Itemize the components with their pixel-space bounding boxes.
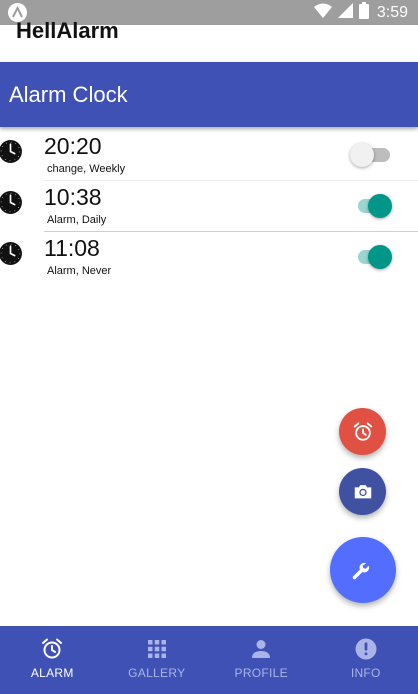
add-alarm-fab[interactable]	[339, 408, 386, 455]
alarm-item[interactable]: 20:20 change, Weekly	[0, 130, 418, 181]
wrench-icon	[352, 562, 370, 580]
clock-icon	[0, 191, 22, 214]
nav-label: PROFILE	[234, 666, 288, 680]
alarm-toggle[interactable]	[350, 143, 392, 167]
camera-icon	[354, 484, 371, 498]
bottom-navigation: ALARM GALLERY PROFILE INFO	[0, 626, 418, 694]
alarm-clock-icon	[40, 637, 64, 661]
alarm-time: 10:38	[44, 184, 102, 210]
alarm-detail: Alarm, Daily	[47, 214, 107, 226]
app-title: HellAlarm	[16, 18, 119, 43]
app-title-bar: HellAlarm	[0, 18, 418, 62]
nav-label: ALARM	[30, 666, 74, 680]
signal-icon	[337, 2, 353, 23]
nav-label: GALLERY	[128, 666, 186, 680]
grid-icon	[145, 637, 169, 661]
toggle-thumb	[368, 194, 392, 218]
toggle-thumb	[350, 143, 374, 167]
alarm-time: 20:20	[44, 133, 102, 159]
nav-item-profile[interactable]: PROFILE	[209, 626, 314, 694]
camera-fab[interactable]	[339, 468, 386, 515]
alarm-detail: change, Weekly	[47, 163, 126, 175]
toolbar: Alarm Clock	[0, 62, 418, 127]
status-time: 3:59	[376, 3, 408, 21]
alarm-clock-icon	[353, 421, 372, 441]
alarm-toggle[interactable]	[354, 194, 392, 218]
alarm-item[interactable]: 11:08 Alarm, Never	[0, 232, 418, 283]
clock-icon	[0, 140, 22, 163]
wifi-icon	[313, 3, 332, 23]
alarm-toggle[interactable]	[354, 245, 392, 269]
battery-icon	[358, 1, 369, 24]
alarm-time: 11:08	[44, 235, 100, 261]
nav-item-alarm[interactable]: ALARM	[0, 626, 105, 694]
nav-item-gallery[interactable]: GALLERY	[105, 626, 210, 694]
alarm-detail: Alarm, Never	[47, 265, 112, 277]
alarm-list: 20:20 change, Weekly 10:38 Alarm, Daily …	[0, 130, 418, 283]
settings-fab[interactable]	[330, 537, 396, 603]
toggle-thumb	[368, 245, 392, 269]
alarm-item[interactable]: 10:38 Alarm, Daily	[0, 181, 418, 232]
nav-item-info[interactable]: INFO	[314, 626, 418, 694]
toolbar-title: Alarm Clock	[9, 82, 128, 107]
clock-icon	[0, 242, 22, 265]
nav-label: INFO	[350, 666, 381, 680]
info-icon	[354, 637, 378, 661]
person-icon	[249, 637, 273, 661]
